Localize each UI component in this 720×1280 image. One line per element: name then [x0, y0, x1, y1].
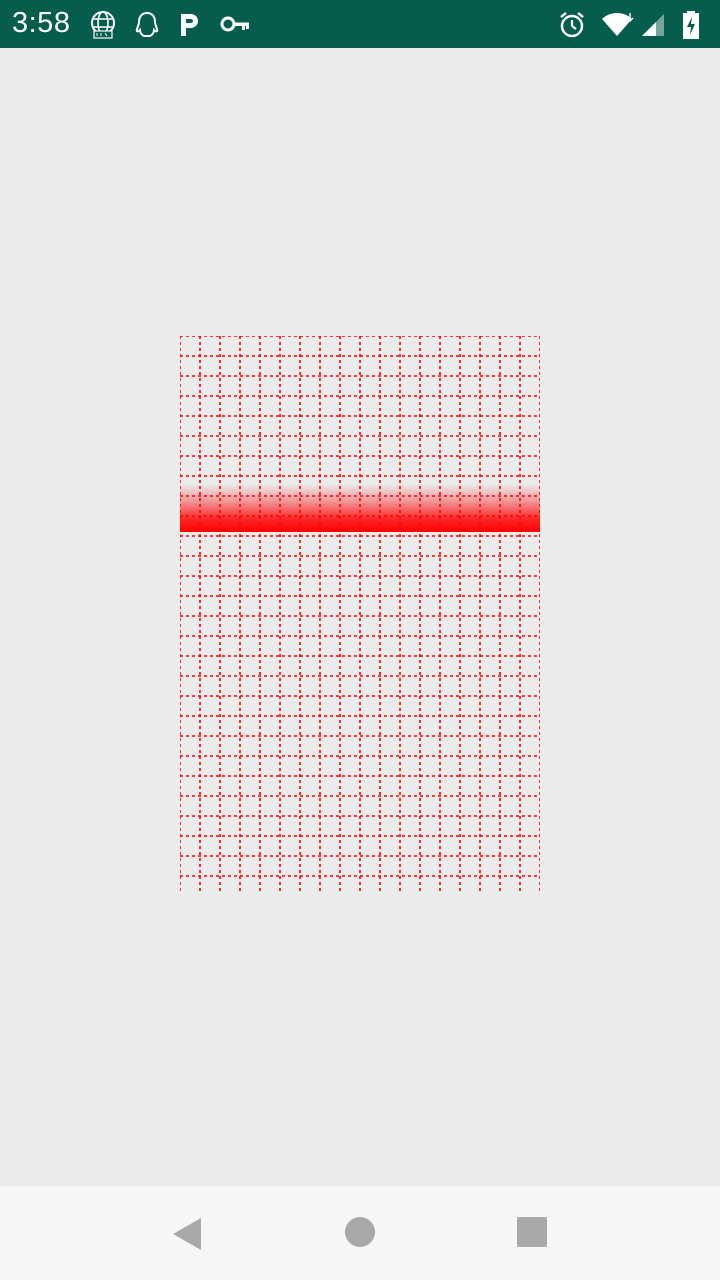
status-bar: 3:58: [0, 0, 720, 48]
scanner-view: [0, 48, 720, 1186]
qq-icon: [135, 11, 159, 37]
scan-grid: [180, 336, 540, 892]
wifi-icon: [602, 13, 634, 36]
status-time: 3:58: [12, 7, 71, 39]
recents-icon[interactable]: [512, 1214, 552, 1254]
navigation-bar: [0, 1186, 720, 1280]
globe-live-icon: [91, 11, 115, 39]
system-icons: [558, 10, 708, 39]
scan-area: [180, 336, 540, 892]
home-icon[interactable]: [340, 1214, 380, 1254]
signal-icon: [642, 14, 664, 36]
parking-icon: [181, 14, 198, 36]
battery-charging-icon: [683, 11, 699, 39]
scan-line: [180, 484, 540, 532]
alarm-icon: [560, 12, 584, 38]
back-icon[interactable]: [168, 1214, 208, 1254]
key-icon: [220, 16, 249, 32]
